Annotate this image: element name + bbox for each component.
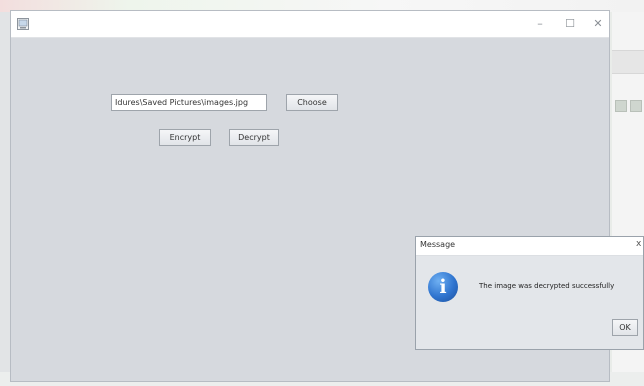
encrypt-button[interactable]: Encrypt [159,129,211,146]
main-titlebar[interactable]: – ☐ ✕ [11,11,609,38]
dialog-close-icon[interactable]: x [636,239,641,249]
minimize-button[interactable]: – [527,15,553,33]
maximize-button[interactable]: ☐ [557,15,583,33]
info-icon: i [428,272,458,302]
decrypt-button[interactable]: Decrypt [229,129,279,146]
choose-button[interactable]: Choose [286,94,338,111]
ok-button[interactable]: OK [612,319,638,336]
background-toolbar-icon [615,100,627,112]
message-dialog: Message x i The image was decrypted succ… [415,236,644,350]
dialog-title: Message [420,240,456,249]
background-window-toolbar [612,50,644,74]
dialog-titlebar[interactable]: Message x [416,237,643,256]
java-app-icon [17,18,29,30]
close-button[interactable]: ✕ [585,15,611,33]
background-toolbar-icon [630,100,642,112]
file-path-field[interactable]: Idures\Saved Pictures\images.jpg [111,94,267,111]
dialog-message: The image was decrypted successfully [479,282,615,290]
